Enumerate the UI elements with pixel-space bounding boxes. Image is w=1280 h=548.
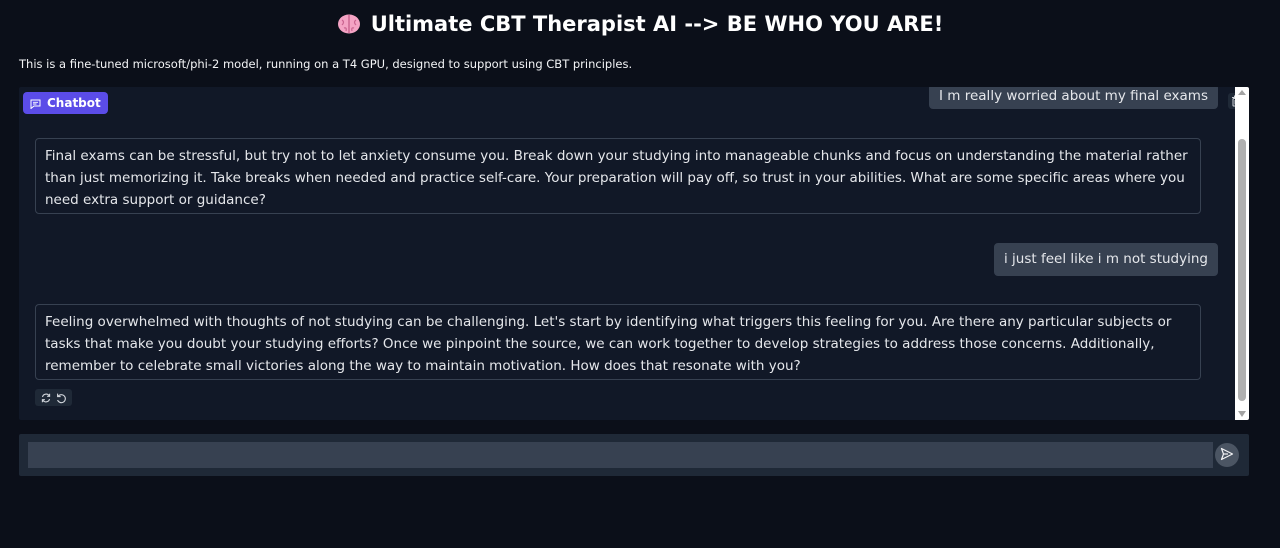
page-title-text: Ultimate CBT Therapist AI --> BE WHO YOU… [370,12,944,36]
scroll-thumb[interactable] [1238,139,1246,401]
message-actions [35,389,72,406]
chat-bubble-icon [30,98,41,110]
bot-message: Feeling overwhelmed with thoughts of not… [35,304,1201,380]
brain-icon [337,13,361,35]
chatbot-label: Chatbot [47,96,101,110]
chatbot-label-badge: Chatbot [23,92,108,114]
app-page: Ultimate CBT Therapist AI --> BE WHO YOU… [0,0,1280,548]
scroll-down-arrow-icon[interactable] [1238,411,1246,417]
page-description: This is a fine-tuned microsoft/phi-2 mod… [19,57,633,71]
undo-icon[interactable] [55,392,67,404]
retry-icon[interactable] [40,392,52,404]
bot-message: Final exams can be stressful, but try no… [35,138,1201,214]
scroll-up-arrow-icon[interactable] [1238,90,1246,95]
send-button[interactable] [1215,443,1239,467]
page-title: Ultimate CBT Therapist AI --> BE WHO YOU… [0,12,1280,36]
user-message: I m really worried about my final exams [929,87,1218,109]
chatbot-panel: Chatbot I m really worried about my fina… [19,87,1249,420]
user-message: i just feel like i m not studying [993,243,1218,276]
chat-scrollbar[interactable] [1235,87,1249,420]
message-input[interactable] [28,442,1213,468]
message-input-row [19,434,1249,476]
send-icon [1220,446,1234,465]
